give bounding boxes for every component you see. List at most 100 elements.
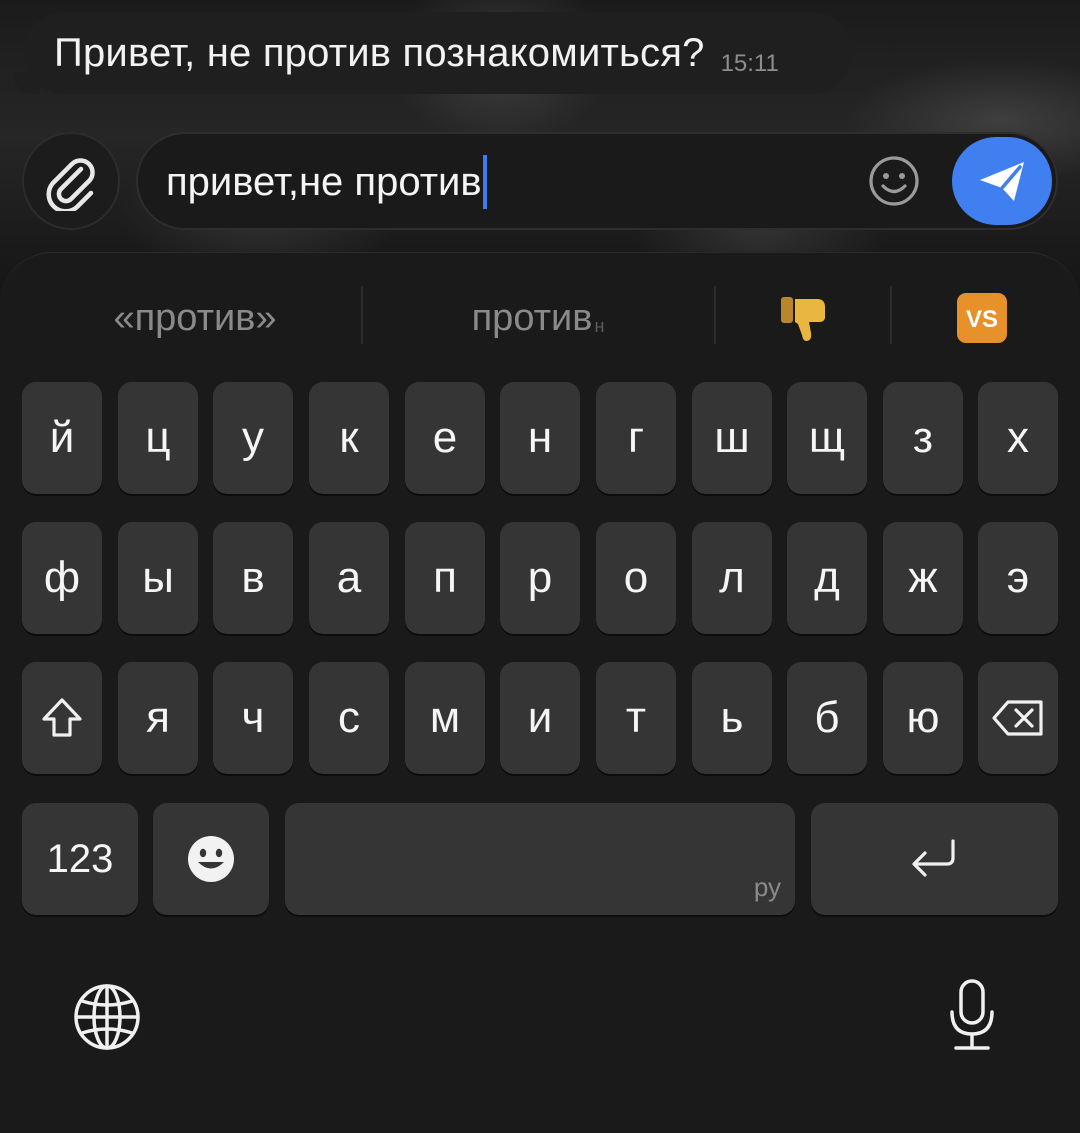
suggestion-word[interactable]: против н xyxy=(372,286,704,350)
key-а[interactable]: а xyxy=(309,522,389,634)
emoji-key[interactable] xyxy=(153,803,269,915)
key-г[interactable]: г xyxy=(596,382,676,494)
key-э[interactable]: э xyxy=(978,522,1058,634)
key-ы[interactable]: ы xyxy=(118,522,198,634)
key-label: щ xyxy=(808,413,846,462)
key-label: ю xyxy=(906,693,940,742)
key-к[interactable]: к xyxy=(309,382,389,494)
key-label: л xyxy=(719,553,745,602)
key-label: т xyxy=(625,693,647,742)
key-label: ч xyxy=(241,693,265,742)
key-label: ф xyxy=(43,553,81,602)
key-label: я xyxy=(146,693,170,742)
key-label: г xyxy=(627,413,645,462)
space-key[interactable]: ру xyxy=(285,803,795,915)
suggestion-suffix: н xyxy=(594,315,605,336)
key-с[interactable]: с xyxy=(309,662,389,774)
key-з[interactable]: з xyxy=(883,382,963,494)
key-ь[interactable]: ь xyxy=(692,662,772,774)
key-ц[interactable]: ц xyxy=(118,382,198,494)
key-ш[interactable]: ш xyxy=(692,382,772,494)
key-ю[interactable]: ю xyxy=(883,662,963,774)
key-label: п xyxy=(433,553,457,602)
vs-badge-icon: VS xyxy=(957,293,1007,343)
key-label: й xyxy=(49,413,75,462)
key-н[interactable]: н xyxy=(500,382,580,494)
input-value: привет,не против xyxy=(166,159,482,204)
key-label: н xyxy=(527,413,553,462)
return-arrow-icon xyxy=(911,839,955,877)
key-label: о xyxy=(623,553,649,602)
key-у[interactable]: у xyxy=(213,382,293,494)
attach-button[interactable] xyxy=(22,132,120,230)
key-ф[interactable]: ф xyxy=(22,522,102,634)
key-label: х xyxy=(1007,413,1029,462)
backspace-icon xyxy=(992,700,1043,736)
key-label: р xyxy=(527,553,553,602)
key-label: э xyxy=(1006,553,1030,602)
key-д[interactable]: д xyxy=(787,522,867,634)
key-и[interactable]: и xyxy=(500,662,580,774)
key-в[interactable]: в xyxy=(213,522,293,634)
paper-plane-icon xyxy=(980,162,1024,201)
key-label: в xyxy=(241,553,265,602)
backspace-key[interactable] xyxy=(978,662,1058,774)
key-е[interactable]: е xyxy=(405,382,485,494)
key-ж[interactable]: ж xyxy=(883,522,963,634)
key-label: д xyxy=(814,553,840,602)
key-р[interactable]: р xyxy=(500,522,580,634)
svg-text:VS: VS xyxy=(966,306,998,333)
key-label: ь xyxy=(720,693,744,742)
smiley-icon xyxy=(869,156,919,206)
suggestion-divider xyxy=(714,286,716,344)
shift-arrow-icon xyxy=(42,698,82,737)
key-о[interactable]: о xyxy=(596,522,676,634)
key-label: к xyxy=(339,413,359,462)
key-ч[interactable]: ч xyxy=(213,662,293,774)
microphone-button[interactable] xyxy=(944,978,1000,1054)
key-щ[interactable]: щ xyxy=(787,382,867,494)
key-label: ы xyxy=(142,553,174,602)
thumbs-down-icon xyxy=(781,297,825,341)
key-label: ш xyxy=(714,413,750,462)
key-label: б xyxy=(814,693,840,742)
key-label: и xyxy=(527,693,553,742)
key-й[interactable]: й xyxy=(22,382,102,494)
numbers-key-label: 123 xyxy=(46,836,114,881)
return-key[interactable] xyxy=(811,803,1058,915)
globe-icon xyxy=(74,984,140,1050)
emoji-button[interactable] xyxy=(866,153,922,209)
key-б[interactable]: б xyxy=(787,662,867,774)
key-label: ж xyxy=(908,553,938,602)
message-input-text[interactable]: привет,не против xyxy=(166,155,487,209)
suggestion-label: против xyxy=(471,296,593,339)
suggestion-quoted[interactable]: «против» xyxy=(40,286,350,350)
emoji-face-icon xyxy=(188,836,234,882)
numbers-key[interactable]: 123 xyxy=(22,803,138,915)
key-я[interactable]: я xyxy=(118,662,198,774)
send-button[interactable] xyxy=(952,137,1052,225)
key-label: е xyxy=(432,413,458,462)
key-label: у xyxy=(242,413,264,462)
key-х[interactable]: х xyxy=(978,382,1058,494)
space-language-label: ру xyxy=(753,872,781,902)
microphone-icon xyxy=(950,979,994,1050)
key-п[interactable]: п xyxy=(405,522,485,634)
key-label: а xyxy=(336,553,362,602)
suggestion-divider xyxy=(890,286,892,344)
key-м[interactable]: м xyxy=(405,662,485,774)
text-caret xyxy=(482,155,487,209)
suggestion-emoji-vs[interactable]: VS xyxy=(904,286,1060,350)
suggestion-emoji-thumbs-down[interactable] xyxy=(726,286,882,350)
key-т[interactable]: т xyxy=(596,662,676,774)
suggestion-label: «против» xyxy=(113,296,277,339)
paperclip-icon xyxy=(46,158,95,211)
message-bubble[interactable]: Привет, не против познакомиться? 15:11 xyxy=(24,12,852,94)
shift-key[interactable] xyxy=(22,662,102,774)
key-label: м xyxy=(429,693,461,742)
key-л[interactable]: л xyxy=(692,522,772,634)
globe-button[interactable] xyxy=(72,982,142,1052)
key-label: з xyxy=(912,413,934,462)
key-label: с xyxy=(338,693,360,742)
suggestion-divider xyxy=(361,286,363,344)
